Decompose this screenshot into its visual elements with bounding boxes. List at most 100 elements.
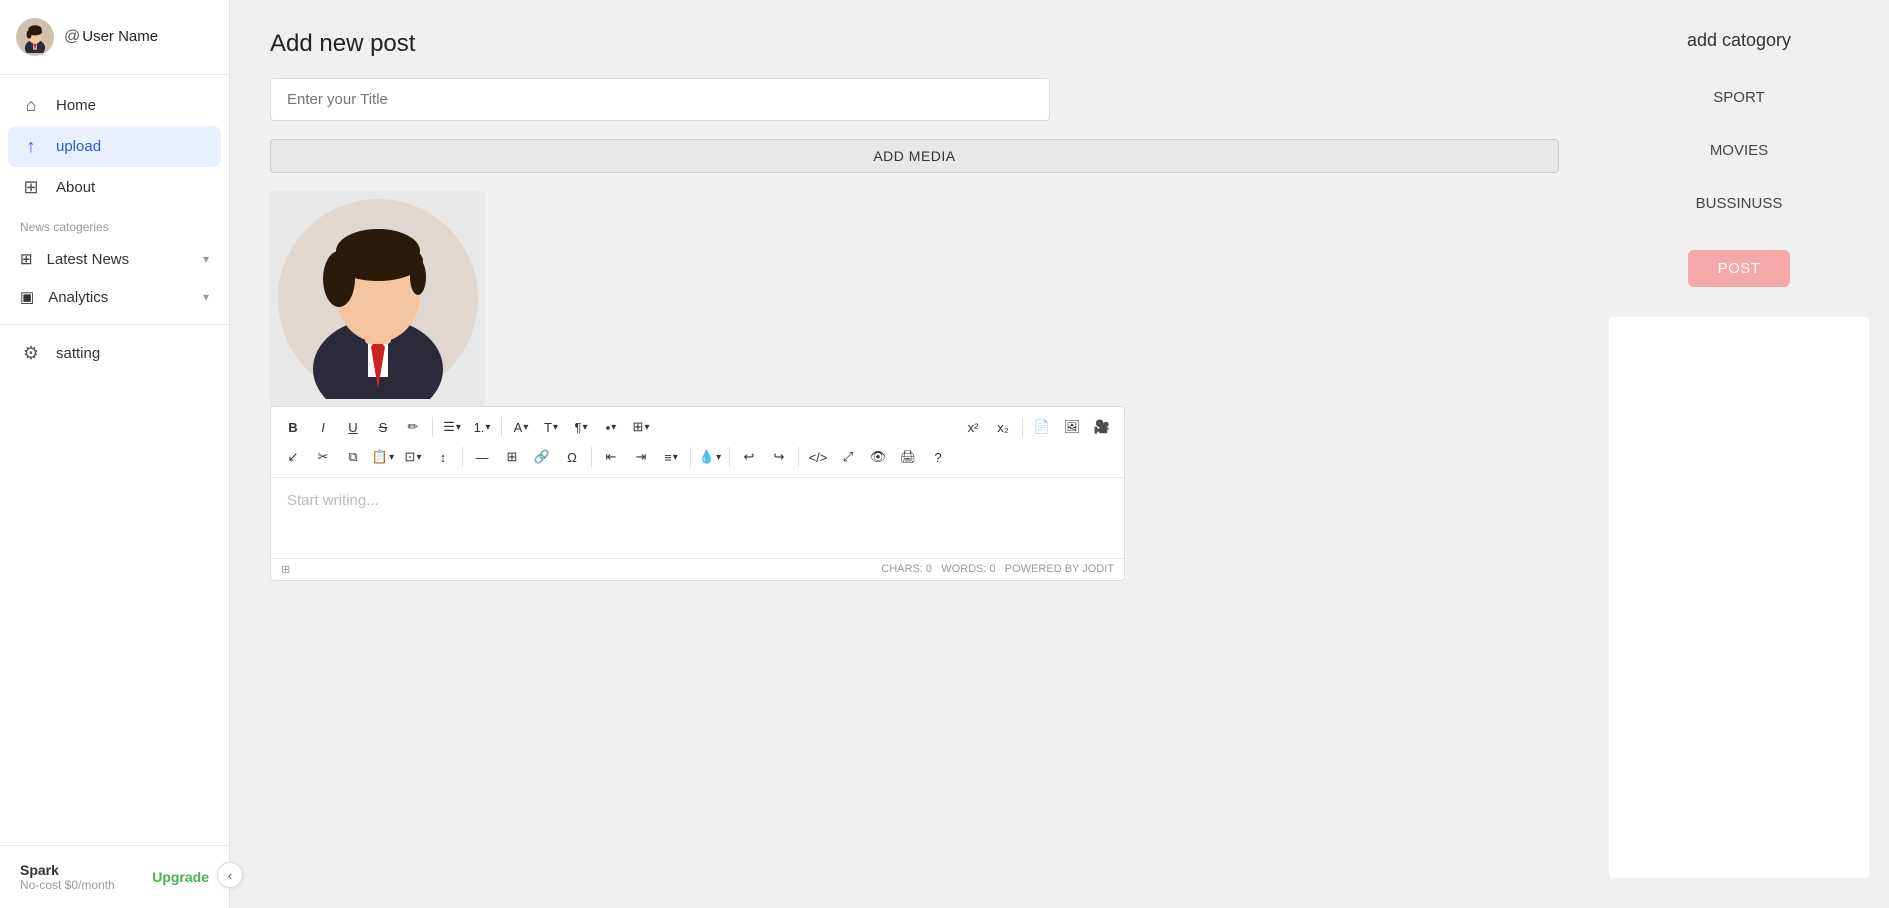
nav-label-about: About xyxy=(56,179,95,196)
toolbar-select-all[interactable]: ⊡ ▾ xyxy=(399,443,427,471)
toolbar-underline[interactable]: U xyxy=(339,413,367,441)
toolbar-link[interactable]: 🔗 xyxy=(528,443,556,471)
sidebar-navigation: ⌂ Home ↑ upload ⊞ About News catogeries … xyxy=(0,75,229,845)
category-sport[interactable]: SPORT xyxy=(1609,81,1869,114)
editor-footer: ⊞ CHARS: 0 WORDS: 0 POWERED BY JODIT xyxy=(271,558,1124,580)
plan-cost: No-cost $0/month xyxy=(20,878,115,892)
toolbar-paste[interactable]: 📋 ▾ xyxy=(369,443,397,471)
toolbar-table[interactable]: ⊞ ▾ xyxy=(627,413,655,441)
editor-resize-handle[interactable]: ⊞ xyxy=(281,563,290,576)
toolbar-preview[interactable]: 👁 xyxy=(864,443,892,471)
upgrade-button[interactable]: Upgrade xyxy=(152,869,209,885)
table-icon: ⊞ xyxy=(20,250,33,268)
toolbar-font-size[interactable]: T ▾ xyxy=(537,413,565,441)
chevron-down-icon-analytics: ▾ xyxy=(203,290,209,304)
sidebar: @User Name ⌂ Home ↑ upload ⊞ About News … xyxy=(0,0,230,908)
grid-icon: ⊞ xyxy=(20,177,42,198)
upload-icon: ↑ xyxy=(20,136,42,157)
toolbar-font-color[interactable]: A ▾ xyxy=(507,413,535,441)
sidebar-item-upload[interactable]: ↑ upload xyxy=(8,126,221,167)
plan-row: Spark No-cost $0/month Upgrade xyxy=(20,862,209,892)
sidebar-item-about[interactable]: ⊞ About xyxy=(0,167,229,208)
toolbar-indent-right[interactable]: ⇥ xyxy=(627,443,655,471)
white-content-box xyxy=(1609,317,1869,878)
toolbar-undo[interactable]: ↩ xyxy=(735,443,763,471)
toolbar-code-view[interactable]: </> xyxy=(804,443,832,471)
toolbar-eraser[interactable]: ↙ xyxy=(279,443,307,471)
nav-label-settings: satting xyxy=(56,345,100,362)
add-category-title: add catogory xyxy=(1609,30,1869,51)
toolbar-strikethrough[interactable]: S xyxy=(369,413,397,441)
toolbar-sep-7 xyxy=(729,447,730,467)
editor-placeholder: Start writing... xyxy=(287,492,379,509)
monitor-icon: ▣ xyxy=(20,288,34,306)
toolbar-symbol[interactable]: Ω xyxy=(558,443,586,471)
toolbar-italic[interactable]: I xyxy=(309,413,337,441)
post-button[interactable]: POST xyxy=(1688,250,1791,287)
sidebar-item-latest-news[interactable]: ⊞ Latest News ▾ xyxy=(0,240,229,278)
sidebar-item-analytics[interactable]: ▣ Analytics ▾ xyxy=(0,278,229,316)
powered-by: POWERED BY JODIT xyxy=(1005,563,1114,575)
toolbar-format-clear[interactable]: ↕ xyxy=(429,443,457,471)
toolbar-subscript[interactable]: x₂ xyxy=(989,413,1017,441)
toolbar-sep-6 xyxy=(690,447,691,467)
main-content: Add new post ADD MEDIA xyxy=(230,0,1589,908)
plan-name: Spark xyxy=(20,862,115,878)
toolbar-help[interactable]: ? xyxy=(924,443,952,471)
sidebar-bottom: Spark No-cost $0/month Upgrade xyxy=(0,845,229,908)
category-movies[interactable]: MOVIES xyxy=(1609,134,1869,167)
toolbar-block[interactable]: ▪ ▾ xyxy=(597,413,625,441)
toolbar-sep-1 xyxy=(432,417,433,437)
nav-label-home: Home xyxy=(56,97,96,114)
chevron-down-icon: ▾ xyxy=(203,252,209,266)
toolbar-fullscreen[interactable]: ⤢ xyxy=(834,443,862,471)
toolbar-bold[interactable]: B xyxy=(279,413,307,441)
home-icon: ⌂ xyxy=(20,95,42,116)
toolbar-print[interactable]: 🖨 xyxy=(894,443,922,471)
news-categories-label: News catogeries xyxy=(0,208,229,240)
toolbar-cut[interactable]: ✂ xyxy=(309,443,337,471)
toolbar-table-insert[interactable]: ⊞ xyxy=(498,443,526,471)
editor-body[interactable]: Start writing... xyxy=(271,478,1124,558)
gear-icon: ⚙ xyxy=(20,343,42,364)
title-input[interactable] xyxy=(270,78,1050,121)
collapse-sidebar-button[interactable]: ‹ xyxy=(217,862,243,888)
toolbar-align[interactable]: ≡ ▾ xyxy=(657,443,685,471)
at-sign: @ xyxy=(64,28,80,45)
toolbar-highlight[interactable]: 💧 ▾ xyxy=(696,443,724,471)
toolbar-paragraph[interactable]: ¶ ▾ xyxy=(567,413,595,441)
toolbar-image[interactable]: 🖼 xyxy=(1058,413,1086,441)
username-display: @User Name xyxy=(64,28,158,46)
sidebar-item-home[interactable]: ⌂ Home xyxy=(0,85,229,126)
nav-label-upload: upload xyxy=(56,138,101,155)
toolbar-superscript[interactable]: x² xyxy=(959,413,987,441)
toolbar-sep-3 xyxy=(1022,417,1023,437)
toolbar-hr[interactable]: — xyxy=(468,443,496,471)
page-title: Add new post xyxy=(270,30,1559,58)
right-panel: add catogory SPORT MOVIES BUSSINUSS POST xyxy=(1589,0,1889,908)
user-profile[interactable]: @User Name xyxy=(0,0,229,75)
words-count: WORDS: 0 xyxy=(941,563,995,575)
sidebar-item-settings[interactable]: ⚙ satting xyxy=(0,333,229,374)
nav-divider xyxy=(0,324,229,325)
toolbar-row-1: B I U S ✏ ☰ ▾ 1. ▾ A ▾ T ▾ ¶ ▾ ▪ ▾ ⊞ ▾ x… xyxy=(279,413,1116,441)
toolbar-redo[interactable]: ↪ xyxy=(765,443,793,471)
cat-label-latest-news: Latest News xyxy=(47,251,130,268)
add-media-button[interactable]: ADD MEDIA xyxy=(270,139,1559,173)
toolbar-bullet-list[interactable]: ☰ ▾ xyxy=(438,413,466,441)
toolbar-sep-5 xyxy=(591,447,592,467)
toolbar-numbered-list[interactable]: 1. ▾ xyxy=(468,413,496,441)
toolbar-brush[interactable]: ✏ xyxy=(399,413,427,441)
editor-toolbar: B I U S ✏ ☰ ▾ 1. ▾ A ▾ T ▾ ¶ ▾ ▪ ▾ ⊞ ▾ x… xyxy=(271,407,1124,478)
avatar xyxy=(16,18,54,56)
toolbar-file[interactable]: 📄 xyxy=(1028,413,1056,441)
editor-stats: CHARS: 0 WORDS: 0 POWERED BY JODIT xyxy=(881,563,1114,576)
toolbar-indent-left[interactable]: ⇤ xyxy=(597,443,625,471)
toolbar-copy[interactable]: ⧉ xyxy=(339,443,367,471)
toolbar-video[interactable]: 🎥 xyxy=(1088,413,1116,441)
toolbar-sep-8 xyxy=(798,447,799,467)
media-preview xyxy=(270,191,485,406)
category-business[interactable]: BUSSINUSS xyxy=(1609,187,1869,220)
toolbar-sep-2 xyxy=(501,417,502,437)
cat-label-analytics: Analytics xyxy=(48,289,108,306)
